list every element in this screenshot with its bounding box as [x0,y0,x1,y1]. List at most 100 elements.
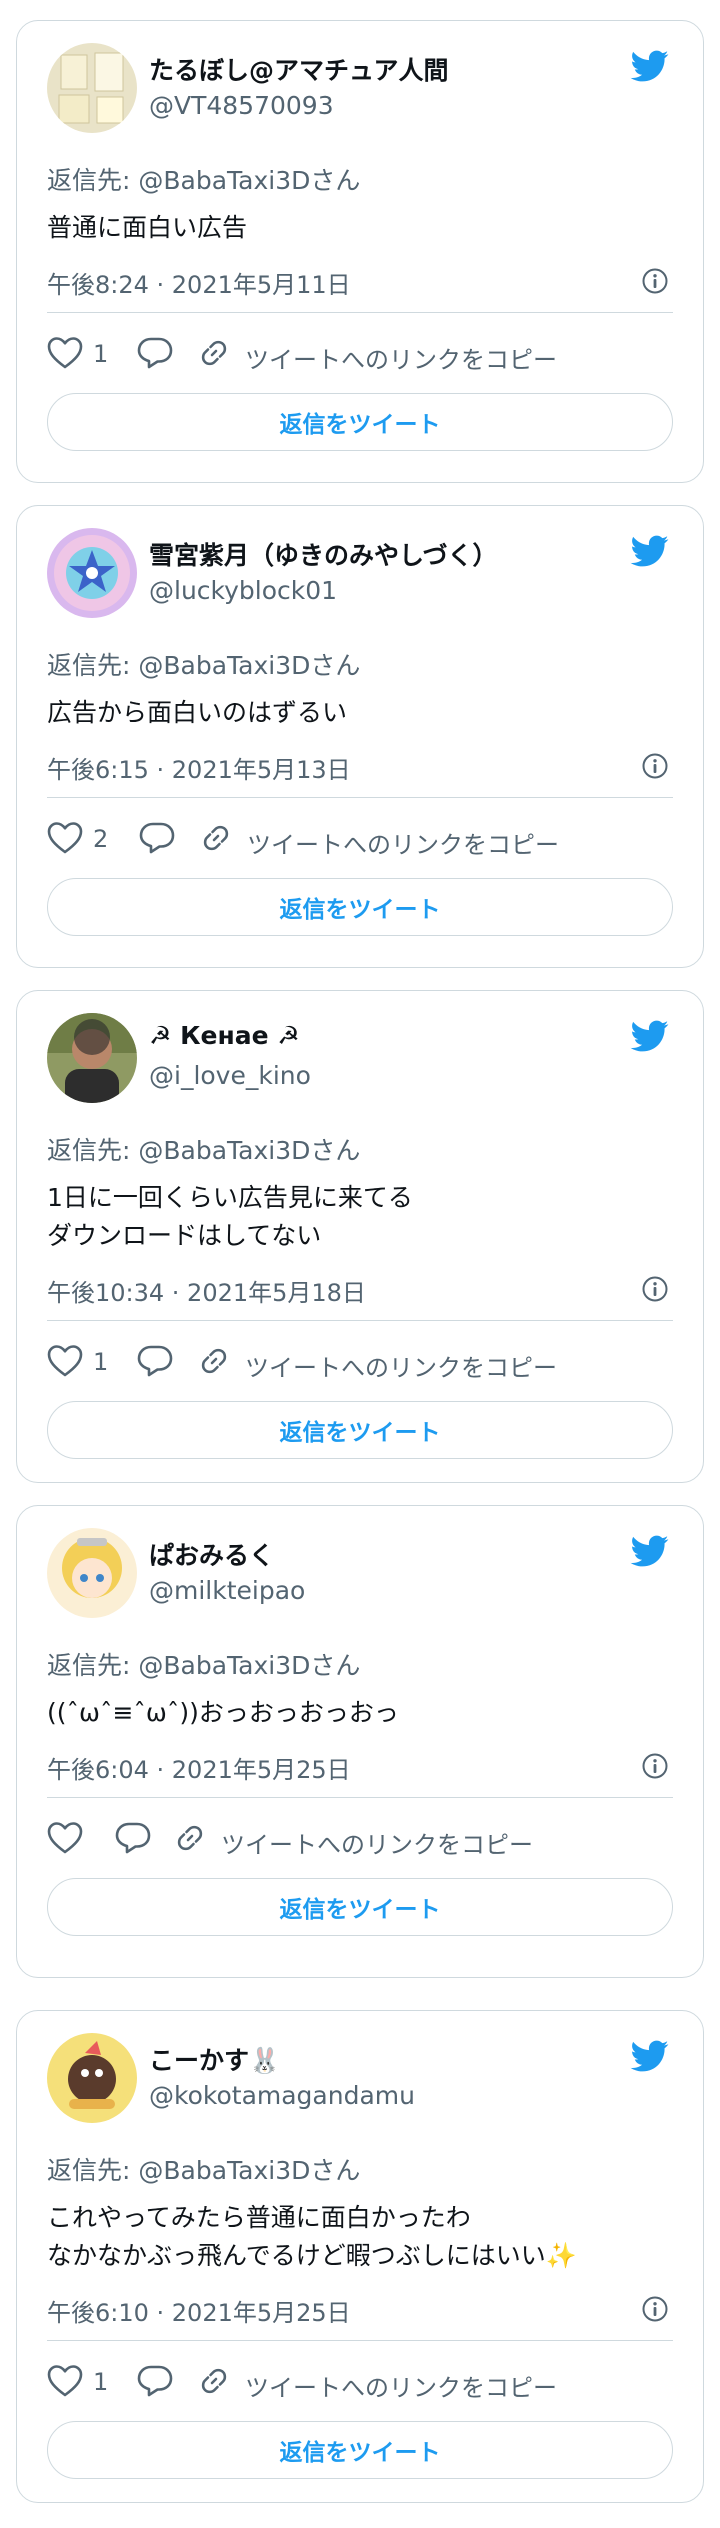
speech-bubble-icon[interactable] [137,1344,173,1384]
divider [47,797,673,798]
reply-tweet-label: 返信をツイート [279,1420,441,1446]
tweet-card[interactable]: 雪宮紫月（ゆきのみやしづく） @luckyblock01 返信先: @BabaTax… [16,505,704,968]
user-handle[interactable]: @VT48570093 [149,91,334,120]
display-name[interactable]: ぱおみるく [149,1536,274,1572]
speech-bubble-icon[interactable] [115,1821,151,1861]
heart-icon[interactable] [47,1344,83,1384]
heart-icon[interactable] [47,2364,83,2404]
reply-to-prefix: 返信先: [47,166,139,195]
reply-to-prefix: 返信先: [47,651,139,680]
tweet-text-line: 普通に面白い広告 [47,213,248,242]
reply-tweet-button[interactable]: 返信をツイート [47,2421,673,2479]
reply-to-line: 返信先: @BabaTaxi3Dさん [47,646,360,682]
like-count: 1 [93,2368,109,2396]
avatar[interactable] [47,1013,137,1103]
reply-to-mention[interactable]: @BabaTaxi3D [138,1136,310,1165]
reply-to-suffix: さん [310,1136,361,1165]
reply-to-line: 返信先: @BabaTaxi3Dさん [47,161,360,197]
reply-tweet-label: 返信をツイート [279,897,441,923]
reply-to-mention[interactable]: @BabaTaxi3D [138,651,310,680]
copy-link-button[interactable]: ツイートへのリンクをコピー [221,1825,533,1860]
copy-link-button[interactable]: ツイートへのリンクをコピー [245,2368,557,2403]
twitter-bird-icon[interactable] [627,1017,673,1055]
tweet-timestamp[interactable]: 午後6:15 · 2021年5月13日 [47,750,351,785]
reply-to-line: 返信先: @BabaTaxi3Dさん [47,2151,360,2187]
info-icon[interactable] [641,267,669,295]
info-icon[interactable] [641,2295,669,2323]
tweet-text: これやってみたら普通に面白かったわなかなかぶっ飛んでるけど暇つぶしにはいい✨ [47,2199,577,2275]
avatar[interactable] [47,43,137,133]
tweet-timestamp[interactable]: 午後6:10 · 2021年5月25日 [47,2293,351,2328]
divider [47,2340,673,2341]
reply-tweet-button[interactable]: 返信をツイート [47,1401,673,1459]
link-chain-icon[interactable] [197,1344,231,1384]
reply-tweet-label: 返信をツイート [279,1897,441,1923]
reply-to-suffix: さん [310,2156,361,2185]
speech-bubble-icon[interactable] [137,2364,173,2404]
user-handle[interactable]: @milkteipao [149,1576,305,1605]
display-name[interactable]: こーかす🐰 [149,2041,280,2077]
twitter-bird-icon[interactable] [627,1532,673,1570]
reply-to-suffix: さん [310,651,361,680]
link-chain-icon[interactable] [197,2364,231,2404]
tweet-text-line: ((ˆωˆ≡ˆωˆ))おっおっおっおっ [47,1698,399,1727]
copy-link-button[interactable]: ツイートへのリンクをコピー [247,825,559,860]
heart-icon[interactable] [47,821,83,861]
info-icon[interactable] [641,752,669,780]
reply-to-mention[interactable]: @BabaTaxi3D [138,166,310,195]
tweet-card[interactable]: たるぼし@アマチュア人間 @VT48570093 返信先: @BabaTaxi3Dさ… [16,20,704,483]
reply-to-mention[interactable]: @BabaTaxi3D [138,2156,310,2185]
heart-icon[interactable] [47,336,83,376]
tweet-text: 1日に一回くらい広告見に来てる ダウンロードはしてない [47,1179,413,1255]
reply-to-line: 返信先: @BabaTaxi3Dさん [47,1131,360,1167]
user-handle[interactable]: @i_love_kino [149,1061,311,1090]
speech-bubble-icon[interactable] [139,821,175,861]
heart-icon[interactable] [47,1821,83,1861]
reply-to-mention[interactable]: @BabaTaxi3D [138,1651,310,1680]
tweet-card[interactable]: ぱおみるく @milkteipao 返信先: @BabaTaxi3Dさん ((ˆωˆ≡… [16,1505,704,1978]
display-name[interactable]: たるぼし@アマチュア人間 [149,51,449,87]
tweet-text: 広告から面白いのはずるい [47,694,347,732]
user-handle[interactable]: @luckyblock01 [149,576,337,605]
reply-to-prefix: 返信先: [47,2156,139,2185]
copy-link-button[interactable]: ツイートへのリンクをコピー [245,1348,557,1383]
reply-to-line: 返信先: @BabaTaxi3Dさん [47,1646,360,1682]
tweet-text-line: これやってみたら普通に面白かったわ [47,2203,471,2232]
reply-tweet-button[interactable]: 返信をツイート [47,393,673,451]
tweet-card[interactable]: ☭ Кенае ☭ @i_love_kino 返信先: @BabaTaxi3Dさん 1… [16,990,704,1483]
link-chain-icon[interactable] [173,1821,207,1861]
user-handle[interactable]: @kokotamagandamu [149,2081,415,2110]
info-icon[interactable] [641,1752,669,1780]
link-chain-icon[interactable] [199,821,233,861]
twitter-bird-icon[interactable] [627,47,673,85]
like-count: 1 [93,1348,109,1376]
reply-tweet-label: 返信をツイート [279,412,441,438]
avatar[interactable] [47,1528,137,1618]
tweet-timestamp[interactable]: 午後6:04 · 2021年5月25日 [47,1750,351,1785]
reply-tweet-label: 返信をツイート [279,2440,441,2466]
reply-to-prefix: 返信先: [47,1136,139,1165]
tweet-timestamp[interactable]: 午後10:34 · 2021年5月18日 [47,1273,366,1308]
tweet-text-line: 広告から面白いのはずるい [47,698,348,727]
speech-bubble-icon[interactable] [137,336,173,376]
like-count: 2 [93,825,109,853]
reply-tweet-button[interactable]: 返信をツイート [47,878,673,936]
copy-link-button[interactable]: ツイートへのリンクをコピー [245,340,557,375]
tweet-timestamp[interactable]: 午後8:24 · 2021年5月11日 [47,265,351,300]
twitter-bird-icon[interactable] [627,2037,673,2075]
avatar[interactable] [47,2033,137,2123]
divider [47,1320,673,1321]
avatar[interactable] [47,528,137,618]
tweet-text: 普通に面白い広告 [47,209,247,247]
reply-tweet-button[interactable]: 返信をツイート [47,1878,673,1936]
display-name[interactable]: ☭ Кенае ☭ [149,1021,300,1050]
twitter-bird-icon[interactable] [627,532,673,570]
tweet-text-line: なかなかぶっ飛んでるけど暇つぶしにはいい✨ [47,2241,577,2270]
reply-to-suffix: さん [310,1651,361,1680]
display-name[interactable]: 雪宮紫月（ゆきのみやしづく） [149,536,498,572]
link-chain-icon[interactable] [197,336,231,376]
tweet-card[interactable]: こーかす🐰 @kokotamagandamu 返信先: @BabaTaxi3Dさんこ… [16,2010,704,2503]
reply-to-prefix: 返信先: [47,1651,139,1680]
info-icon[interactable] [641,1275,669,1303]
like-count: 1 [93,340,109,368]
